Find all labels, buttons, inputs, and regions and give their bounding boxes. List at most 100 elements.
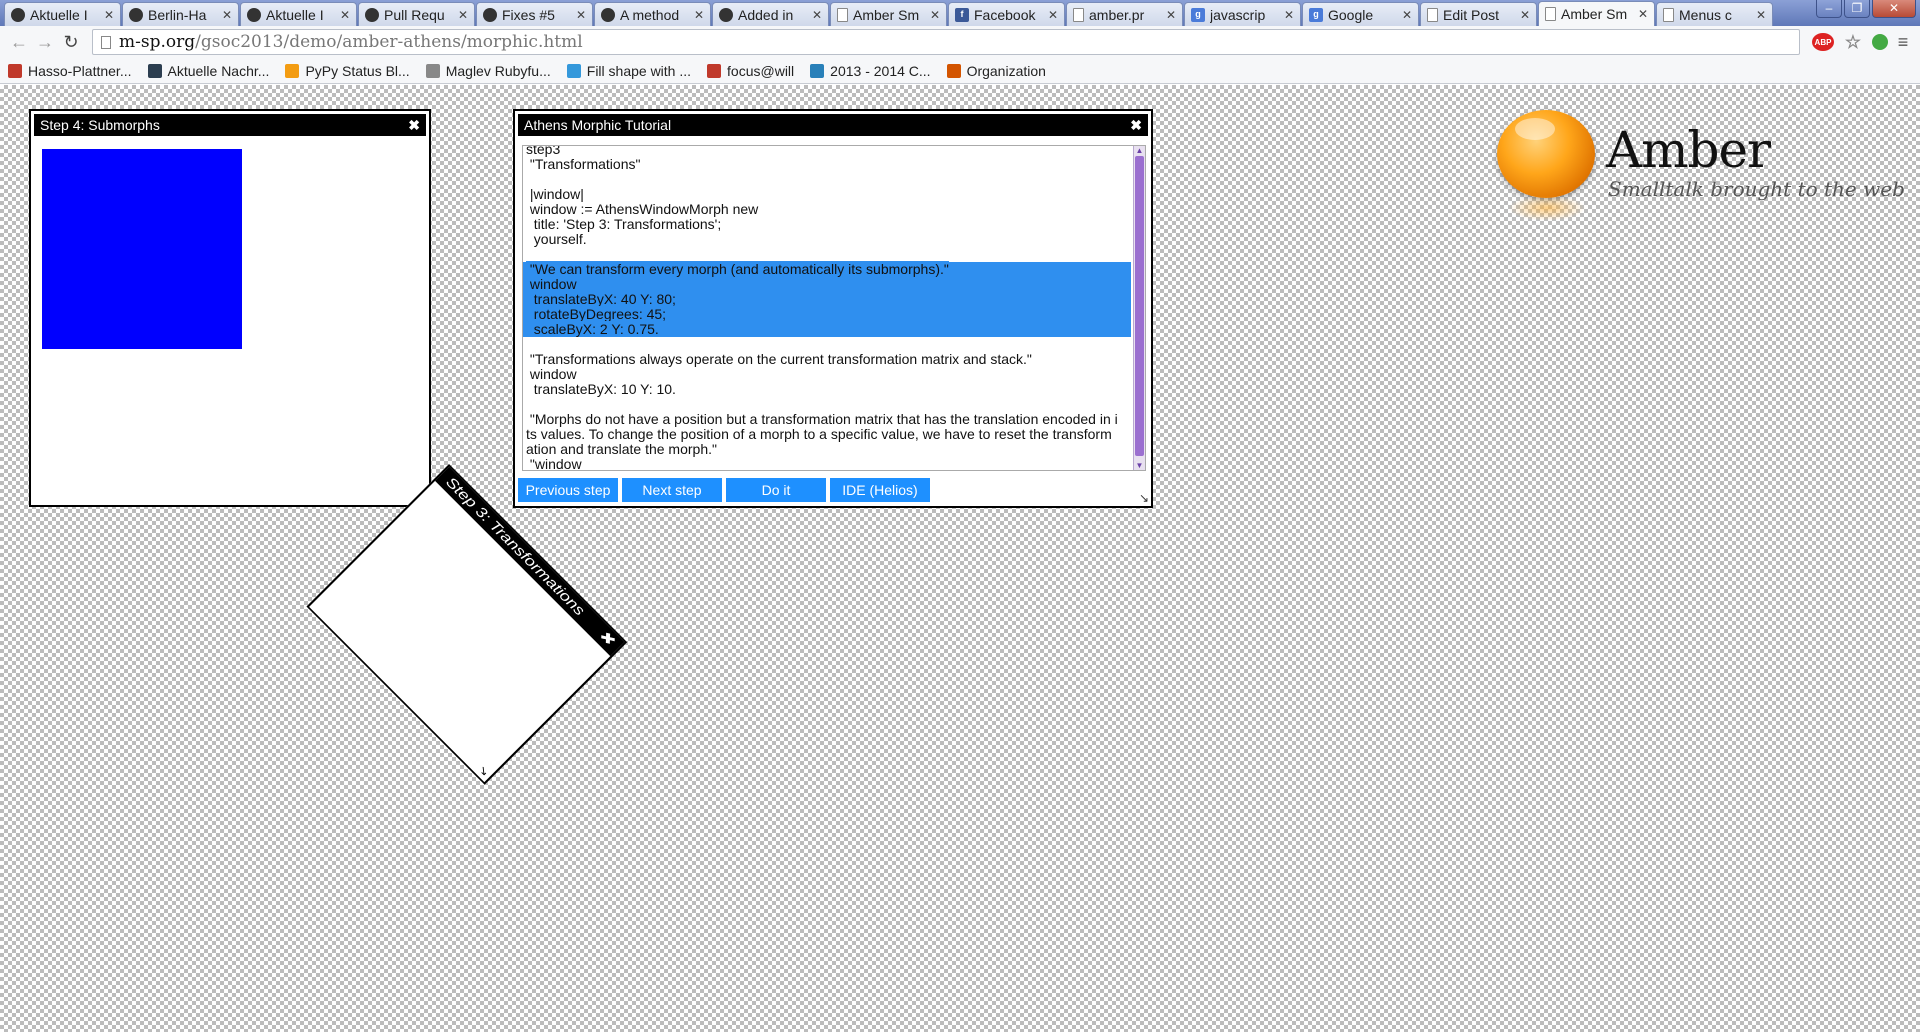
scroll-up-icon[interactable]: ▲ [1134,146,1145,155]
tab-4[interactable]: Fixes #5 ✕ [476,2,593,26]
code-line-text: window [526,366,577,382]
tutorial-titlebar[interactable]: Athens Morphic Tutorial ✖ [518,114,1148,136]
bookmark-7[interactable]: Organization [946,63,1046,79]
code-editor[interactable]: step3 "Transformations" |window| window … [522,145,1146,471]
maximize-button[interactable]: ❐ [1844,0,1870,18]
reload-button[interactable]: ↻ [58,32,84,53]
code-line[interactable]: window [523,367,1131,382]
code-line-text: "We can transform every morph (and autom… [526,261,949,277]
editor-scrollbar[interactable]: ▲ ▼ [1133,146,1145,470]
close-icon[interactable]: ✖ [595,627,618,649]
next-step-button[interactable]: Next step [622,478,722,502]
do-it-button[interactable]: Do it [726,478,826,502]
tab-6[interactable]: Added in ✕ [712,2,829,26]
tab-close-icon[interactable]: ✕ [694,8,704,22]
menu-icon[interactable]: ≡ [1892,32,1914,53]
extension-icon[interactable] [1872,34,1888,50]
adblock-icon[interactable]: ABP [1812,33,1834,51]
close-window-button[interactable]: ✕ [1872,0,1916,18]
bookmark-0[interactable]: Hasso-Plattner... [8,63,132,79]
step4-window[interactable]: Step 4: Submorphs ✖ ↘ [29,109,431,507]
tab-close-icon[interactable]: ✕ [458,8,468,22]
close-icon[interactable]: ✖ [408,117,420,134]
code-line[interactable]: "We can transform every morph (and autom… [523,261,1131,277]
forward-button[interactable]: → [32,32,58,53]
tab-5[interactable]: A method ✕ [594,2,711,26]
bookmark-2[interactable]: PyPy Status Bl... [285,63,410,79]
step4-titlebar[interactable]: Step 4: Submorphs ✖ [34,114,426,136]
tab-close-icon[interactable]: ✕ [1520,8,1530,22]
resize-grip-icon[interactable]: ↘ [476,763,492,779]
tab-close-icon[interactable]: ✕ [222,8,232,22]
bookmark-3[interactable]: Maglev Rubyfu... [425,63,551,79]
url-path: /gsoc2013/demo/amber-athens/morphic.html [195,32,583,52]
code-line-text: "window [526,456,582,471]
code-line[interactable]: window := AthensWindowMorph new [523,202,1131,217]
ide-helios-button[interactable]: IDE (Helios) [830,478,930,502]
code-line[interactable]: translateByX: 10 Y: 10. [523,382,1131,397]
tab-close-icon[interactable]: ✕ [104,8,114,22]
address-bar[interactable]: m-sp.org/gsoc2013/demo/amber-athens/morp… [92,29,1800,55]
code-line[interactable] [523,172,1131,187]
transformed-window[interactable]: Step 3: Transformations ✖ ↘ [306,464,628,785]
code-line[interactable]: window [523,276,1131,292]
tab-12[interactable]: Edit Post ✕ [1420,2,1537,26]
tab-2[interactable]: Aktuelle I ✕ [240,2,357,26]
code-line[interactable] [523,247,1131,262]
tutorial-window[interactable]: Athens Morphic Tutorial ✖ step3 "Transfo… [513,109,1153,508]
github-icon [365,7,379,22]
code-line[interactable]: "Morphs do not have a position but a tra… [523,412,1131,427]
tab-3[interactable]: Pull Requ ✕ [358,2,475,26]
code-line[interactable]: scaleByX: 2 Y: 0.75. [523,321,1131,337]
code-line[interactable]: translateByX: 40 Y: 80; [523,291,1131,307]
tab-1[interactable]: Berlin-Ha ✕ [122,2,239,26]
bookmark-1[interactable]: Aktuelle Nachr... [147,63,269,79]
tab-8[interactable]: f Facebook ✕ [948,2,1065,26]
tutorial-title: Athens Morphic Tutorial [524,117,672,133]
athens-canvas[interactable]: Step 4: Submorphs ✖ ↘ Athens Morphic Tut… [0,85,1920,1032]
back-button[interactable]: ← [6,32,32,53]
tab-close-icon[interactable]: ✕ [812,8,822,22]
tab-10[interactable]: g javascrip ✕ [1184,2,1301,26]
code-line[interactable] [523,397,1131,412]
bookmark-5[interactable]: focus@will [707,63,794,79]
code-line[interactable]: |window| [523,187,1131,202]
scrollbar-thumb[interactable] [1135,156,1144,456]
tab-close-icon[interactable]: ✕ [1048,8,1058,22]
tab-close-icon[interactable]: ✕ [930,8,940,22]
tab-close-icon[interactable]: ✕ [1402,8,1412,22]
bookmark-4[interactable]: Fill shape with ... [566,62,692,79]
tab-close-icon[interactable]: ✕ [1166,8,1176,22]
code-line[interactable]: ation and translate the morph." [523,442,1131,457]
tab-13[interactable]: Amber Sm ✕ [1538,1,1655,26]
code-line[interactable]: "window [523,457,1131,471]
tab-7[interactable]: Amber Sm ✕ [830,2,947,26]
tab-close-icon[interactable]: ✕ [1756,8,1766,22]
tab-11[interactable]: g Google ✕ [1302,2,1419,26]
tab-close-icon[interactable]: ✕ [576,8,586,22]
code-line[interactable] [523,337,1131,352]
tab-9[interactable]: amber.pr ✕ [1066,2,1183,26]
tab-0[interactable]: Aktuelle I ✕ [4,2,121,26]
code-line[interactable]: "Transformations always operate on the c… [523,352,1131,367]
minimize-button[interactable]: – [1816,0,1842,18]
tab-close-icon[interactable]: ✕ [340,8,350,22]
code-line[interactable]: yourself. [523,232,1131,247]
code-line[interactable]: rotateByDegrees: 45; [523,306,1131,322]
code-line[interactable]: ts values. To change the position of a m… [523,427,1131,442]
resize-grip-icon[interactable]: ↘ [1139,491,1149,505]
bookmark-favicon-icon [285,63,300,78]
code-line[interactable]: title: 'Step 3: Transformations'; [523,217,1131,232]
code-lines[interactable]: step3 "Transformations" |window| window … [523,146,1131,471]
tab-close-icon[interactable]: ✕ [1638,7,1648,21]
tab-label: Added in [738,6,794,23]
bookmark-label: Fill shape with ... [586,62,692,79]
code-line[interactable]: "Transformations" [523,157,1131,172]
previous-step-button[interactable]: Previous step [518,478,618,502]
close-icon[interactable]: ✖ [1130,117,1142,134]
bookmark-6[interactable]: 2013 - 2014 C... [810,63,931,79]
scroll-down-icon[interactable]: ▼ [1134,461,1145,470]
tab-14[interactable]: Menus c ✕ [1656,2,1773,26]
tab-close-icon[interactable]: ✕ [1284,8,1294,22]
star-icon[interactable]: ☆ [1842,32,1864,52]
